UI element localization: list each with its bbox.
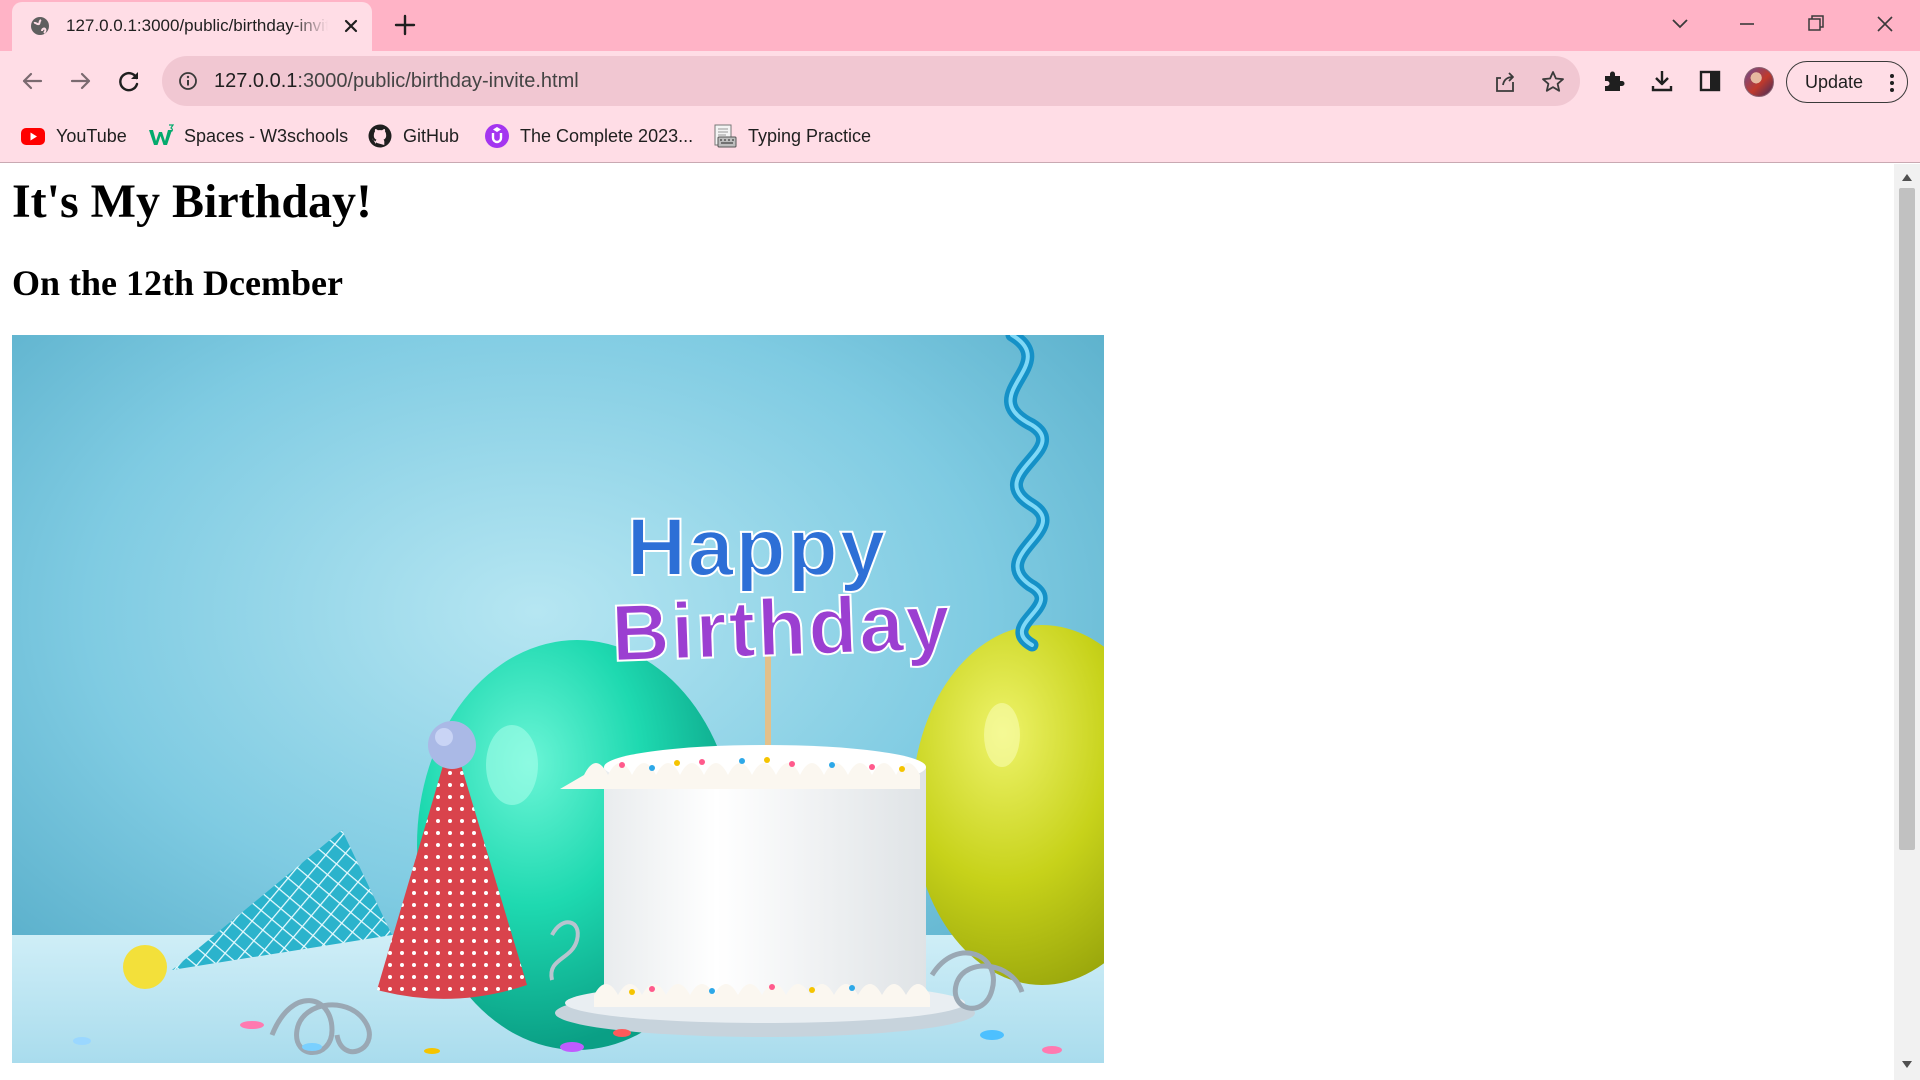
globe-icon — [31, 17, 49, 35]
restore-icon[interactable] — [1800, 8, 1832, 40]
bookmark-label: Spaces - W3schools — [184, 125, 349, 146]
download-icon[interactable] — [1648, 67, 1676, 95]
forward-arrow-icon[interactable] — [65, 65, 97, 97]
page-viewport: It's My Birthday! On the 12th Dcember Ha… — [0, 164, 1894, 1080]
tab-strip: 127.0.0.1:3000/public/birthday-invite.ht… — [0, 0, 1920, 51]
cake-topper-happy: Happy — [627, 502, 888, 593]
url-host: 127.0.0.1 — [214, 70, 298, 92]
update-label: Update — [1805, 72, 1864, 92]
keyboard-icon — [714, 124, 737, 148]
bookmark-label: GitHub — [403, 125, 460, 146]
side-panel-icon[interactable] — [1696, 67, 1724, 95]
bookmark-label: Typing Practice — [748, 125, 872, 146]
more-vert-icon[interactable] — [1883, 72, 1901, 94]
bookmark-label: YouTube — [56, 125, 127, 146]
page-subtitle: On the 12th Dcember — [12, 263, 343, 303]
tab-title: 127.0.0.1:3000/public/birthday-invite.ht… — [66, 16, 328, 35]
browser-tab[interactable]: 127.0.0.1:3000/public/birthday-invite.ht… — [12, 2, 372, 51]
bookmark-youtube[interactable]: YouTube — [20, 122, 127, 150]
bookmark-github[interactable]: GitHub — [367, 122, 459, 150]
scroll-up-arrow-icon[interactable] — [1901, 172, 1913, 182]
youtube-icon — [21, 128, 45, 145]
back-arrow-icon[interactable] — [16, 65, 48, 97]
udemy-icon — [485, 124, 509, 148]
bookmarks-bar: YouTube Spaces - W3schools GitHub The Co… — [0, 110, 1920, 163]
w3schools-icon — [149, 124, 174, 145]
update-button[interactable]: Update — [1786, 61, 1908, 103]
minimize-icon[interactable] — [1731, 8, 1763, 40]
address-bar[interactable]: 127.0.0.1:3000/public/birthday-invite.ht… — [162, 56, 1580, 106]
scrollbar-thumb[interactable] — [1899, 188, 1915, 850]
scroll-down-arrow-icon[interactable] — [1901, 1060, 1913, 1070]
profile-avatar[interactable] — [1744, 67, 1774, 97]
vertical-scrollbar[interactable] — [1894, 164, 1920, 1080]
url-path: :3000/public/birthday-invite.html — [297, 70, 579, 92]
bookmark-typing-practice[interactable]: Typing Practice — [712, 122, 871, 150]
bookmark-label: The Complete 2023... — [520, 125, 694, 146]
plus-icon[interactable] — [392, 12, 418, 38]
close-icon[interactable] — [340, 15, 362, 37]
url-text[interactable]: 127.0.0.1:3000/public/birthday-invite.ht… — [214, 70, 579, 93]
close-icon[interactable] — [1869, 8, 1901, 40]
github-icon — [368, 124, 392, 148]
reload-icon[interactable] — [113, 65, 145, 97]
cake-topper-birthday: Birthday — [610, 577, 953, 678]
chevron-down-icon[interactable] — [1664, 8, 1696, 40]
share-icon[interactable] — [1492, 69, 1518, 95]
bookmark-w3schools[interactable]: Spaces - W3schools — [148, 122, 348, 150]
bookmark-udemy-course[interactable]: The Complete 2023... — [484, 122, 693, 150]
info-icon[interactable] — [178, 71, 198, 91]
birthday-cake-image: Happy Birthday — [12, 335, 1104, 1063]
star-icon[interactable] — [1540, 69, 1566, 95]
extensions-puzzle-icon[interactable] — [1600, 67, 1628, 95]
page-title: It's My Birthday! — [12, 175, 372, 228]
